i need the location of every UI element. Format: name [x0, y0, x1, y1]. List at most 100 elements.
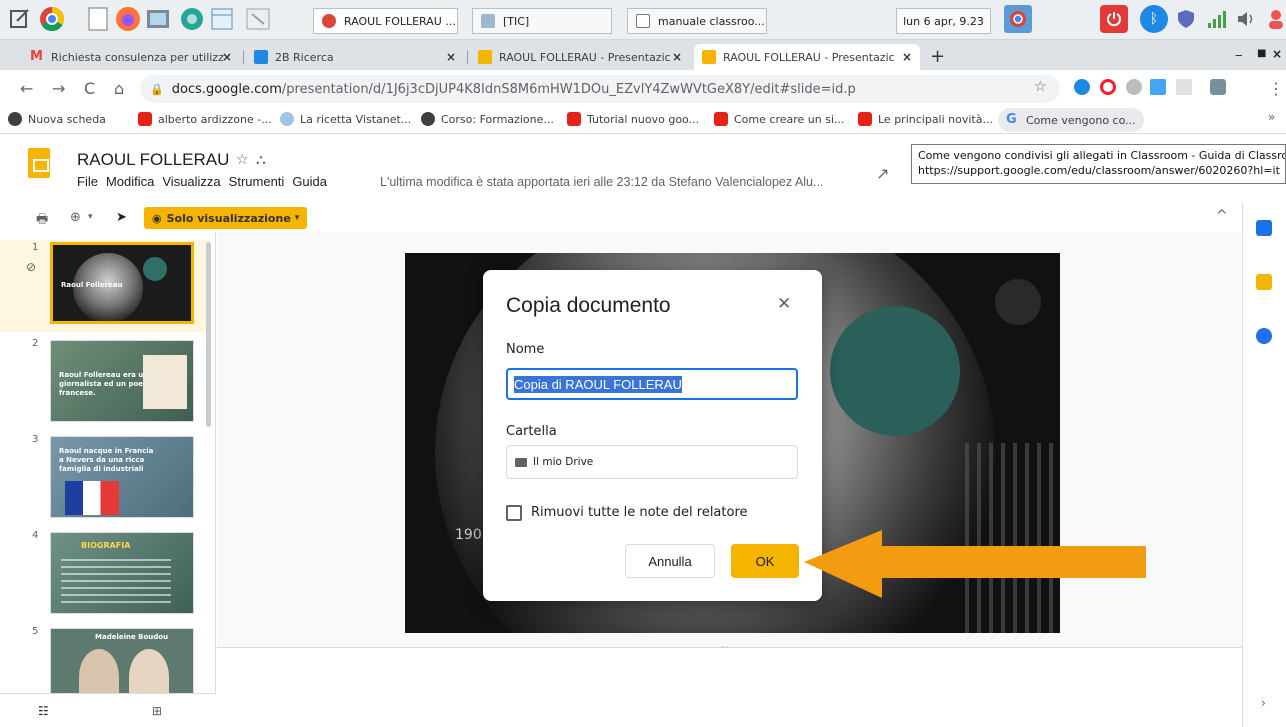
tab-slides-1[interactable]: RAOUL FOLLERAU - Presentazic ×	[470, 44, 690, 70]
close-tab-icon[interactable]: ×	[446, 50, 456, 64]
collapse-header-icon[interactable]: ^	[1216, 208, 1228, 224]
task-chrome[interactable]: RAOUL FOLLERAU ...	[313, 8, 458, 34]
bookmark-item[interactable]: Le principali novità...	[858, 112, 993, 126]
screen-capture-icon[interactable]	[244, 5, 272, 33]
cancel-button[interactable]: Annulla	[625, 544, 715, 578]
menu-strumenti[interactable]: Strumenti	[229, 174, 285, 189]
bookmark-item[interactable]: Nuova scheda	[8, 112, 106, 126]
signal-icon[interactable]	[1204, 5, 1232, 33]
clock[interactable]: lun 6 apr, 9.23	[896, 8, 991, 34]
calendar-icon[interactable]	[1256, 220, 1272, 236]
slide-thumbnail[interactable]: Raoul nacque in Francia a Nevers da una …	[50, 436, 194, 518]
menu-file[interactable]: File	[77, 174, 98, 189]
user-icon[interactable]	[1262, 5, 1286, 33]
bookmark-item[interactable]: Come creare un si...	[714, 112, 845, 126]
activity-trend-icon[interactable]: ↗	[876, 164, 889, 183]
filmstrip-row[interactable]: 3 Raoul nacque in Francia a Nevers da un…	[0, 432, 210, 524]
keep-icon[interactable]	[1256, 274, 1272, 290]
bookmark-item[interactable]: Tutorial nuovo goo...	[567, 112, 699, 126]
folder-select[interactable]: Il mio Drive	[506, 445, 798, 479]
tab-label: Richiesta consulenza per utilizz	[51, 50, 224, 64]
youtube-icon	[138, 112, 152, 126]
close-tab-icon[interactable]: ×	[222, 50, 232, 64]
filmstrip-view-icon[interactable]: ☷	[38, 704, 49, 718]
back-icon[interactable]: ←	[20, 79, 33, 98]
close-icon[interactable]: ✕	[777, 294, 791, 314]
apps-grid-icon[interactable]	[1176, 79, 1192, 95]
new-tab-button[interactable]: +	[930, 46, 945, 67]
last-edit-link[interactable]: L'ultima modifica è stata apportata ieri…	[380, 175, 823, 189]
screenshot-app-icon[interactable]	[144, 5, 172, 33]
chevron-down-icon: ▾	[294, 213, 300, 223]
chrome-launcher-icon[interactable]	[38, 5, 66, 33]
menu-visualizza[interactable]: Visualizza	[162, 174, 220, 189]
tasks-icon[interactable]	[1256, 328, 1272, 344]
calendar-app-icon[interactable]	[208, 5, 236, 33]
task-folder[interactable]: [TIC]	[472, 8, 612, 34]
bookmark-star-icon[interactable]: ☆	[1034, 79, 1047, 95]
bluetooth-icon[interactable]: ᛒ	[1140, 5, 1168, 33]
document-title[interactable]: RAOUL FOLLERAU	[77, 150, 229, 170]
tab-classroom[interactable]: 2B Ricerca ×	[246, 44, 464, 70]
filmstrip-row[interactable]: 1 ⊘ Raoul Follereau	[0, 240, 210, 332]
french-flag	[65, 481, 119, 515]
filmstrip-scrollbar[interactable]	[206, 242, 211, 427]
bookmark-item[interactable]: alberto ardizzone -...	[138, 112, 272, 126]
zoom-dropdown-icon[interactable]: ▾	[88, 212, 93, 222]
grid-view-icon[interactable]: ⊞	[152, 704, 162, 718]
task-label: manuale classroo...	[658, 14, 765, 28]
chrome-tray-icon[interactable]	[1004, 5, 1032, 33]
print-icon[interactable]: 🖶	[36, 210, 48, 232]
extension-eye-icon[interactable]	[1074, 79, 1090, 95]
volume-icon[interactable]	[1232, 5, 1260, 33]
extension-glasses-icon[interactable]	[1126, 79, 1142, 95]
close-tab-icon[interactable]: ×	[902, 50, 912, 64]
files-icon[interactable]	[84, 5, 112, 33]
task-document[interactable]: manuale classroo...	[627, 8, 767, 34]
extension-pen-icon[interactable]	[1150, 79, 1166, 95]
remove-notes-label[interactable]: Rimuovi tutte le note del relatore	[531, 505, 748, 520]
shield-icon[interactable]	[1172, 5, 1200, 33]
network-app-icon[interactable]	[178, 5, 206, 33]
move-to-folder-icon[interactable]: ⛬	[256, 152, 266, 168]
slide-thumbnail[interactable]: Raoul Follereau era un giornalista ed un…	[50, 340, 194, 422]
opera-extension-icon[interactable]	[1100, 79, 1116, 95]
power-icon[interactable]	[1100, 5, 1128, 33]
slide-thumbnail[interactable]: BIOGRAFIA	[50, 532, 194, 614]
close-tab-icon[interactable]: ×	[672, 50, 682, 64]
star-icon[interactable]: ☆	[236, 152, 249, 168]
zoom-icon[interactable]: ⊕	[70, 210, 81, 225]
filmstrip-row[interactable]: 4 BIOGRAFIA	[0, 528, 210, 620]
tab-gmail[interactable]: M Richiesta consulenza per utilizz ×	[22, 44, 240, 70]
address-bar[interactable]: 🔒 docs.google.com/presentation/d/1J6j3cD…	[140, 75, 1060, 103]
expand-panel-icon[interactable]: ›	[1261, 696, 1266, 710]
remove-notes-checkbox[interactable]	[506, 505, 522, 521]
maximize-icon[interactable]: ■	[1257, 48, 1266, 59]
menu-modifica[interactable]: Modifica	[106, 174, 154, 189]
firefox-icon[interactable]	[114, 5, 142, 33]
reload-icon[interactable]: C	[84, 79, 95, 98]
tab-slides-2-active[interactable]: RAOUL FOLLERAU - Presentazic ×	[694, 44, 920, 70]
close-window-icon[interactable]: ×	[1272, 47, 1282, 61]
bookmark-item[interactable]: La ricetta Vistanet...	[280, 112, 411, 126]
browser-menu-icon[interactable]: ⋮	[1268, 79, 1284, 98]
bookmarks-overflow-icon[interactable]: »	[1268, 110, 1275, 124]
profile-extension-icon[interactable]	[1210, 79, 1226, 95]
view-only-button[interactable]: ◉ Solo visualizzazione ▾	[144, 207, 308, 229]
name-input[interactable]: Copia di RAOUL FOLLERAU	[506, 368, 798, 400]
menu-guida[interactable]: Guida	[292, 174, 327, 189]
slides-logo-icon[interactable]	[28, 148, 50, 178]
slide-number: 5	[32, 626, 39, 637]
home-icon[interactable]: ⌂	[114, 79, 124, 98]
forward-icon[interactable]: →	[52, 79, 65, 98]
bookmark-item[interactable]: Corso: Formazione...	[421, 112, 554, 126]
resize-handle-icon[interactable]: ···	[721, 643, 729, 652]
minimize-icon[interactable]: ‒	[1235, 48, 1243, 62]
slide-thumbnail[interactable]: Raoul Follereau	[50, 242, 194, 324]
filmstrip-row[interactable]: 2 Raoul Follereau era un giornalista ed …	[0, 336, 210, 428]
notes-app-icon[interactable]	[6, 5, 34, 33]
ok-button[interactable]: OK	[731, 544, 799, 578]
bookmark-item-hovered[interactable]: G Come vengono co...	[998, 108, 1144, 132]
select-pointer-icon[interactable]: ➤	[116, 210, 127, 225]
speaker-notes-panel[interactable]: ···	[217, 643, 1242, 727]
